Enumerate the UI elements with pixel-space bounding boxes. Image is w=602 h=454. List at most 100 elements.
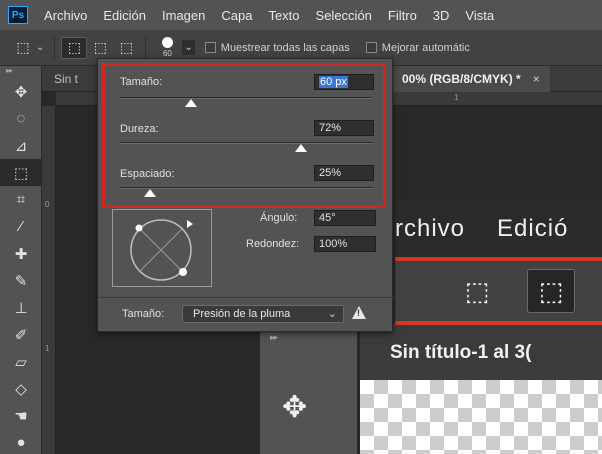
zoom-menu-archivo: rchivo — [395, 214, 466, 242]
panel-grip-icon: ▸▸ — [270, 332, 278, 342]
zoom-add-selection-icon: ⬚ — [527, 269, 575, 313]
eyedropper-icon: ⁄ — [19, 218, 23, 235]
quick-selection-tool[interactable]: ⬚ — [0, 159, 42, 186]
brush-tip-icon — [161, 37, 173, 48]
menu-capa[interactable]: Capa — [221, 8, 252, 23]
roundness-input[interactable]: 100% — [314, 236, 376, 252]
history-brush-tool[interactable]: ✐ — [0, 321, 42, 348]
sample-all-layers-checkbox[interactable] — [204, 42, 216, 53]
chevron-down-icon[interactable]: ⌄ — [182, 40, 195, 55]
document-tab-active[interactable]: 00% (RGB/8/CMYK) * × — [392, 66, 550, 92]
menu-texto[interactable]: Texto — [268, 8, 299, 23]
menu-imagen[interactable]: Imagen — [162, 8, 205, 23]
hardness-slider-thumb[interactable] — [295, 144, 308, 152]
chevron-down-icon: ⌄ — [327, 308, 337, 320]
quick-selection-icon: ⬚ — [16, 39, 30, 55]
brush-icon: ✎ — [14, 272, 28, 290]
menu-filtro[interactable]: Filtro — [388, 8, 417, 23]
menu-3d[interactable]: 3D — [433, 8, 450, 23]
auto-enhance-option[interactable]: Mejorar automátic — [365, 41, 470, 54]
move-tool[interactable]: ✥ — [0, 78, 42, 105]
menu-bar: Ps Archivo Edición Imagen Capa Texto Sel… — [0, 0, 602, 30]
paint-bucket-tool[interactable]: ◇ — [0, 375, 42, 402]
quick-selection-icon: ⬚ — [67, 39, 81, 55]
size-slider-thumb[interactable] — [184, 99, 197, 107]
eraser-icon: ▱ — [15, 353, 27, 371]
close-icon[interactable]: × — [533, 72, 540, 86]
brush-options-popup: Tamaño: 60 px Dureza: 72% Espaciado: 25%… — [97, 58, 394, 332]
smudge-icon: ☚ — [14, 407, 28, 425]
eyedropper-tool[interactable]: ⁄ — [0, 213, 42, 240]
dodge-tool[interactable]: ● — [0, 429, 42, 454]
zoom-inset-transparency — [360, 380, 602, 454]
tools-panel: ▸▸ ✥ ◌ ⊿ ⬚ ⌗ ⁄ ✚ ✎ ⊥ ✐ ▱ ◇ ☚ ● — [0, 66, 42, 454]
hardness-input[interactable]: 72% — [314, 120, 374, 136]
healing-brush-tool[interactable]: ✚ — [0, 240, 42, 267]
zoom-quick-selection-icon: ⬚ — [464, 275, 490, 306]
size-control-select[interactable]: Presión de la pluma ⌄ — [182, 305, 344, 323]
sample-all-layers-label: Muestrear todas las capas — [220, 41, 350, 54]
bandage-icon: ✚ — [14, 245, 28, 263]
polygonal-lasso-icon: ⊿ — [14, 137, 28, 155]
ruler-tick-label: 1 — [45, 344, 50, 353]
dodge-icon: ● — [16, 434, 26, 451]
document-tab-inactive[interactable]: Sin t — [54, 72, 78, 86]
size-control-label: Tamaño: — [122, 308, 165, 320]
menu-edicion[interactable]: Edición — [103, 8, 146, 23]
zoom-inset-options: ⬚ ⬚ — [395, 261, 602, 321]
hardness-label: Dureza: — [120, 123, 159, 135]
auto-enhance-label: Mejorar automátic — [381, 41, 470, 54]
angle-input[interactable]: 45° — [314, 210, 376, 226]
crop-icon: ⌗ — [16, 191, 26, 208]
subtract-from-selection-button[interactable]: ⬚ — [113, 37, 139, 59]
spacing-input[interactable]: 25% — [314, 165, 374, 181]
options-divider — [54, 36, 56, 59]
size-slider[interactable] — [120, 97, 372, 99]
sample-all-layers-option[interactable]: Muestrear todas las capas — [204, 41, 350, 54]
size-control-value: Presión de la pluma — [193, 308, 291, 320]
warning-icon — [352, 306, 366, 319]
eraser-tool[interactable]: ▱ — [0, 348, 42, 375]
auto-enhance-checkbox[interactable] — [365, 42, 377, 53]
paint-bucket-icon: ◇ — [15, 380, 27, 398]
move-icon: ✥ — [14, 83, 28, 101]
zoom-inset-title: Sin título-1 al 3( — [360, 325, 602, 380]
brush-size-readout: 60 — [162, 49, 172, 58]
add-to-selection-button[interactable]: ⬚ — [87, 37, 113, 59]
ruler-tick-label: 1 — [454, 93, 459, 102]
angle-label: Ángulo: — [260, 212, 298, 224]
document-tab-title: 00% (RGB/8/CMYK) * — [402, 72, 521, 86]
lasso-tool[interactable]: ⊿ — [0, 132, 42, 159]
spacing-slider[interactable] — [120, 187, 372, 189]
size-label: Tamaño: — [120, 76, 163, 88]
vertical-ruler[interactable]: 0 1 — [42, 106, 56, 454]
menu-seleccion[interactable]: Selección — [316, 8, 372, 23]
blur-tool[interactable]: ☚ — [0, 402, 42, 429]
new-selection-button[interactable]: ⬚ — [61, 36, 88, 59]
roundness-label: Redondez: — [246, 238, 300, 250]
crop-tool[interactable]: ⌗ — [0, 186, 42, 213]
quick-selection-icon: ⬚ — [13, 164, 29, 182]
menu-vista[interactable]: Vista — [465, 8, 494, 23]
tool-preset-picker[interactable]: ⬚ — [10, 37, 36, 59]
quick-selection-add-icon: ⬚ — [93, 39, 107, 55]
brush-tool[interactable]: ✎ — [0, 267, 42, 294]
menu-archivo[interactable]: Archivo — [44, 8, 87, 23]
clone-stamp-tool[interactable]: ⊥ — [0, 294, 42, 321]
panel-grip-icon[interactable]: ▸▸ — [0, 66, 41, 78]
zoom-inset-toolbar: ▸▸ ✥ — [260, 330, 357, 454]
chevron-down-icon[interactable]: ⌄ — [36, 42, 44, 53]
elliptical-marquee-icon: ◌ — [16, 110, 26, 127]
history-brush-icon: ✐ — [14, 326, 28, 344]
ruler-tick-label: 0 — [45, 200, 50, 209]
spacing-slider-thumb[interactable] — [144, 189, 157, 197]
spacing-label: Espaciado: — [120, 168, 175, 180]
move-icon: ✥ — [282, 391, 308, 424]
zoom-menu-edicion: Edició — [497, 214, 569, 242]
hardness-slider[interactable] — [120, 142, 372, 144]
zoom-inset-menubar: rchivo Edició — [395, 200, 602, 257]
size-input[interactable]: 60 px — [314, 74, 374, 90]
stamp-icon: ⊥ — [14, 299, 28, 317]
brush-angle-preview[interactable] — [112, 209, 212, 287]
marquee-tool[interactable]: ◌ — [0, 105, 42, 132]
